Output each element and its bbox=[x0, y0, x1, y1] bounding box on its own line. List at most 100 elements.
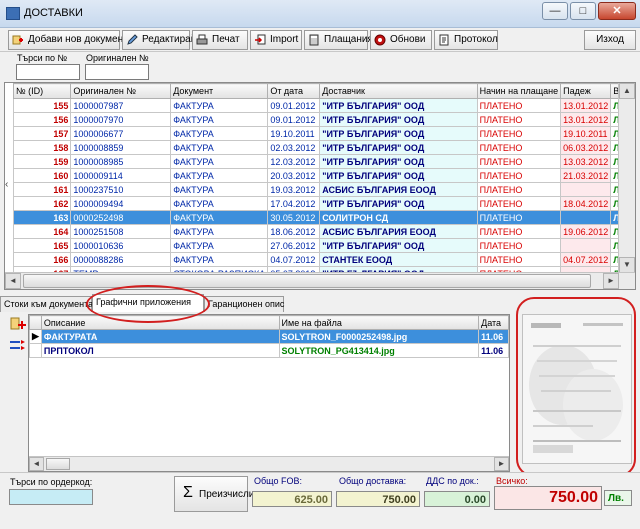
scroll-right-icon[interactable]: ► bbox=[603, 273, 619, 289]
cell-payment[interactable]: ПЛАТЕНО bbox=[476, 112, 562, 127]
cell-document[interactable]: ФАКТУРА bbox=[170, 126, 269, 141]
cell-document[interactable]: ФАКТУРА bbox=[170, 196, 269, 211]
grid-header-col-date[interactable]: От дата bbox=[267, 83, 321, 99]
scroll-left-icon[interactable]: ◄ bbox=[5, 273, 21, 289]
table-row[interactable]: 162 1000009494 ФАКТУРА 17.04.2012 "ИТР БЪЛГА… bbox=[12, 196, 635, 211]
grid-vertical-scrollbar[interactable]: ▲ ▼ bbox=[618, 83, 635, 273]
table-row[interactable]: 161 1000237510 ФАКТУРА 19.03.2012 АСБИС БЪЛГ… bbox=[12, 182, 635, 197]
cell-id[interactable]: 166 bbox=[12, 252, 72, 267]
minimize-button[interactable]: — bbox=[542, 2, 568, 20]
scroll-thumb[interactable] bbox=[23, 274, 591, 288]
cell-document[interactable]: ФАКТУРА bbox=[170, 224, 269, 239]
cell-payment[interactable]: ПЛАТЕНО bbox=[476, 168, 562, 183]
cell-supplier[interactable]: АСБИС БЪЛГАРИЯ ЕООД bbox=[319, 182, 478, 197]
cell-id[interactable]: 156 bbox=[12, 112, 72, 127]
cell-date[interactable]: 04.07.2012 bbox=[267, 252, 321, 267]
scroll-up-icon[interactable]: ▲ bbox=[619, 83, 635, 99]
table-row[interactable]: 166 0000088286 ФАКТУРА 04.07.2012 СТАНТЕК ЕО… bbox=[12, 252, 635, 267]
cell-supplier[interactable]: "ИТР БЪЛГАРИЯ" ООД bbox=[319, 126, 478, 141]
cell-due-date[interactable]: 13.01.2012 bbox=[560, 98, 612, 113]
attachment-description[interactable]: ФАКТУРАТА bbox=[40, 329, 280, 344]
cell-supplier[interactable]: АСБИС БЪЛГАРИЯ ЕООД bbox=[319, 224, 478, 239]
table-row[interactable]: 159 1000008985 ФАКТУРА 12.03.2012 "ИТР БЪЛГА… bbox=[12, 154, 635, 169]
cell-date[interactable]: 20.03.2012 bbox=[267, 168, 321, 183]
cell-supplier[interactable]: "ИТР БЪЛГАРИЯ" ООД bbox=[319, 112, 478, 127]
cell-due-date[interactable] bbox=[560, 182, 612, 197]
cell-document[interactable]: ФАКТУРА bbox=[170, 98, 269, 113]
table-row[interactable]: 165 1000010636 ФАКТУРА 27.06.2012 "ИТР БЪЛГА… bbox=[12, 238, 635, 253]
cell-payment[interactable]: ПЛАТЕНО bbox=[476, 196, 562, 211]
recalculate-button[interactable]: Σ Преизчисли bbox=[174, 476, 254, 512]
att-col-filename[interactable]: Име на файла bbox=[278, 315, 480, 330]
cell-original-no[interactable]: 1000007987 bbox=[70, 98, 172, 113]
cell-due-date[interactable]: 18.04.2012 bbox=[560, 196, 612, 211]
table-row[interactable]: 157 1000006677 ФАКТУРА 19.10.2011 "ИТР БЪЛГА… bbox=[12, 126, 635, 141]
grid-header-col-supplier[interactable]: Доставчик bbox=[319, 83, 478, 99]
grid-header-col-original-no[interactable]: Оригинален № bbox=[70, 83, 172, 99]
grid-header-col-document[interactable]: Документ bbox=[170, 83, 269, 99]
cell-date[interactable]: 27.06.2012 bbox=[267, 238, 321, 253]
tab-attachments[interactable]: Графични приложения bbox=[92, 294, 204, 312]
protocol-button[interactable]: Протокол bbox=[434, 30, 498, 50]
table-row[interactable]: 158 1000008859 ФАКТУРА 02.03.2012 "ИТР БЪЛГА… bbox=[12, 140, 635, 155]
grid-header-col-payment[interactable]: Начин на плащане bbox=[476, 83, 562, 99]
cell-id[interactable]: 155 bbox=[12, 98, 72, 113]
cell-payment[interactable]: ПЛАТЕНО bbox=[476, 182, 562, 197]
cell-payment[interactable]: ПЛАТЕНО bbox=[476, 224, 562, 239]
import-button[interactable]: Import bbox=[250, 30, 302, 50]
attachment-date[interactable]: 11.06 bbox=[478, 343, 509, 358]
cell-original-no[interactable]: 1000009114 bbox=[70, 168, 172, 183]
payments-button[interactable]: Плащания bbox=[304, 30, 373, 50]
attachment-row[interactable]: ПРПТОКОЛ SOLYTRON_PG413414.jpg 11.06 bbox=[29, 343, 509, 358]
cell-due-date[interactable] bbox=[560, 238, 612, 253]
cell-document[interactable]: ФАКТУРА bbox=[170, 210, 269, 225]
attachment-description[interactable]: ПРПТОКОЛ bbox=[40, 343, 280, 358]
cell-payment[interactable]: ПЛАТЕНО bbox=[476, 98, 562, 113]
table-row[interactable]: 160 1000009114 ФАКТУРА 20.03.2012 "ИТР БЪЛГА… bbox=[12, 168, 635, 183]
scroll-down-icon[interactable]: ▼ bbox=[619, 257, 635, 273]
cell-document[interactable]: ФАКТУРА bbox=[170, 140, 269, 155]
cell-due-date[interactable]: 19.06.2012 bbox=[560, 224, 612, 239]
cell-id[interactable]: 164 bbox=[12, 224, 72, 239]
cell-document[interactable]: ФАКТУРА bbox=[170, 154, 269, 169]
attachment-filename[interactable]: SOLYTRON_F0000252498.jpg bbox=[278, 329, 480, 344]
cell-supplier[interactable]: "ИТР БЪЛГАРИЯ" ООД bbox=[319, 98, 478, 113]
cell-original-no[interactable]: 1000006677 bbox=[70, 126, 172, 141]
cell-payment[interactable]: ПЛАТЕНО bbox=[476, 210, 562, 225]
cell-supplier[interactable]: "ИТР БЪЛГАРИЯ" ООД bbox=[319, 238, 478, 253]
cell-original-no[interactable]: 0000252498 bbox=[70, 210, 172, 225]
cell-payment[interactable]: ПЛАТЕНО bbox=[476, 238, 562, 253]
original-no-input[interactable] bbox=[85, 64, 149, 80]
cell-id[interactable]: 161 bbox=[12, 182, 72, 197]
cell-due-date[interactable]: 04.07.2012 bbox=[560, 252, 612, 267]
print-button[interactable]: Печат bbox=[192, 30, 248, 50]
cell-id[interactable]: 162 bbox=[12, 196, 72, 211]
tab-goods[interactable]: Стоки към документа bbox=[0, 296, 93, 312]
grid-header-col-id[interactable]: № (ID) bbox=[12, 83, 72, 99]
att-col-date[interactable]: Дата bbox=[478, 315, 509, 330]
close-button[interactable]: ✕ bbox=[598, 2, 636, 20]
link-attachment-icon[interactable] bbox=[9, 338, 27, 352]
cell-date[interactable]: 17.04.2012 bbox=[267, 196, 321, 211]
cell-original-no[interactable]: 1000251508 bbox=[70, 224, 172, 239]
cell-original-no[interactable]: 1000010636 bbox=[70, 238, 172, 253]
table-row[interactable]: 155 1000007987 ФАКТУРА 09.01.2012 "ИТР БЪЛГА… bbox=[12, 98, 635, 113]
add-document-button[interactable]: Добави нов документ bbox=[8, 30, 128, 50]
att-col-description[interactable]: Описание bbox=[40, 315, 280, 330]
att-scroll-right-icon[interactable]: ► bbox=[494, 457, 509, 471]
grid-header-col-due-date[interactable]: Падеж bbox=[560, 83, 612, 99]
tab-warranty[interactable]: Гаранционен опис bbox=[204, 296, 284, 312]
cell-due-date[interactable]: 19.10.2011 bbox=[560, 126, 612, 141]
cell-original-no[interactable]: 1000237510 bbox=[70, 182, 172, 197]
cell-original-no[interactable]: 1000008859 bbox=[70, 140, 172, 155]
att-scroll-thumb[interactable] bbox=[46, 458, 70, 470]
cell-supplier[interactable]: СТАНТЕК ЕООД bbox=[319, 252, 478, 267]
cell-due-date[interactable] bbox=[560, 210, 612, 225]
grid-horizontal-scrollbar[interactable]: ◄ ► bbox=[5, 272, 635, 289]
cell-payment[interactable]: ПЛАТЕНО bbox=[476, 154, 562, 169]
collapse-arrow-icon[interactable]: ‹ bbox=[5, 179, 8, 190]
cell-date[interactable]: 12.03.2012 bbox=[267, 154, 321, 169]
cell-document[interactable]: ФАКТУРА bbox=[170, 112, 269, 127]
cell-payment[interactable]: ПЛАТЕНО bbox=[476, 126, 562, 141]
cell-supplier[interactable]: "ИТР БЪЛГАРИЯ" ООД bbox=[319, 196, 478, 211]
